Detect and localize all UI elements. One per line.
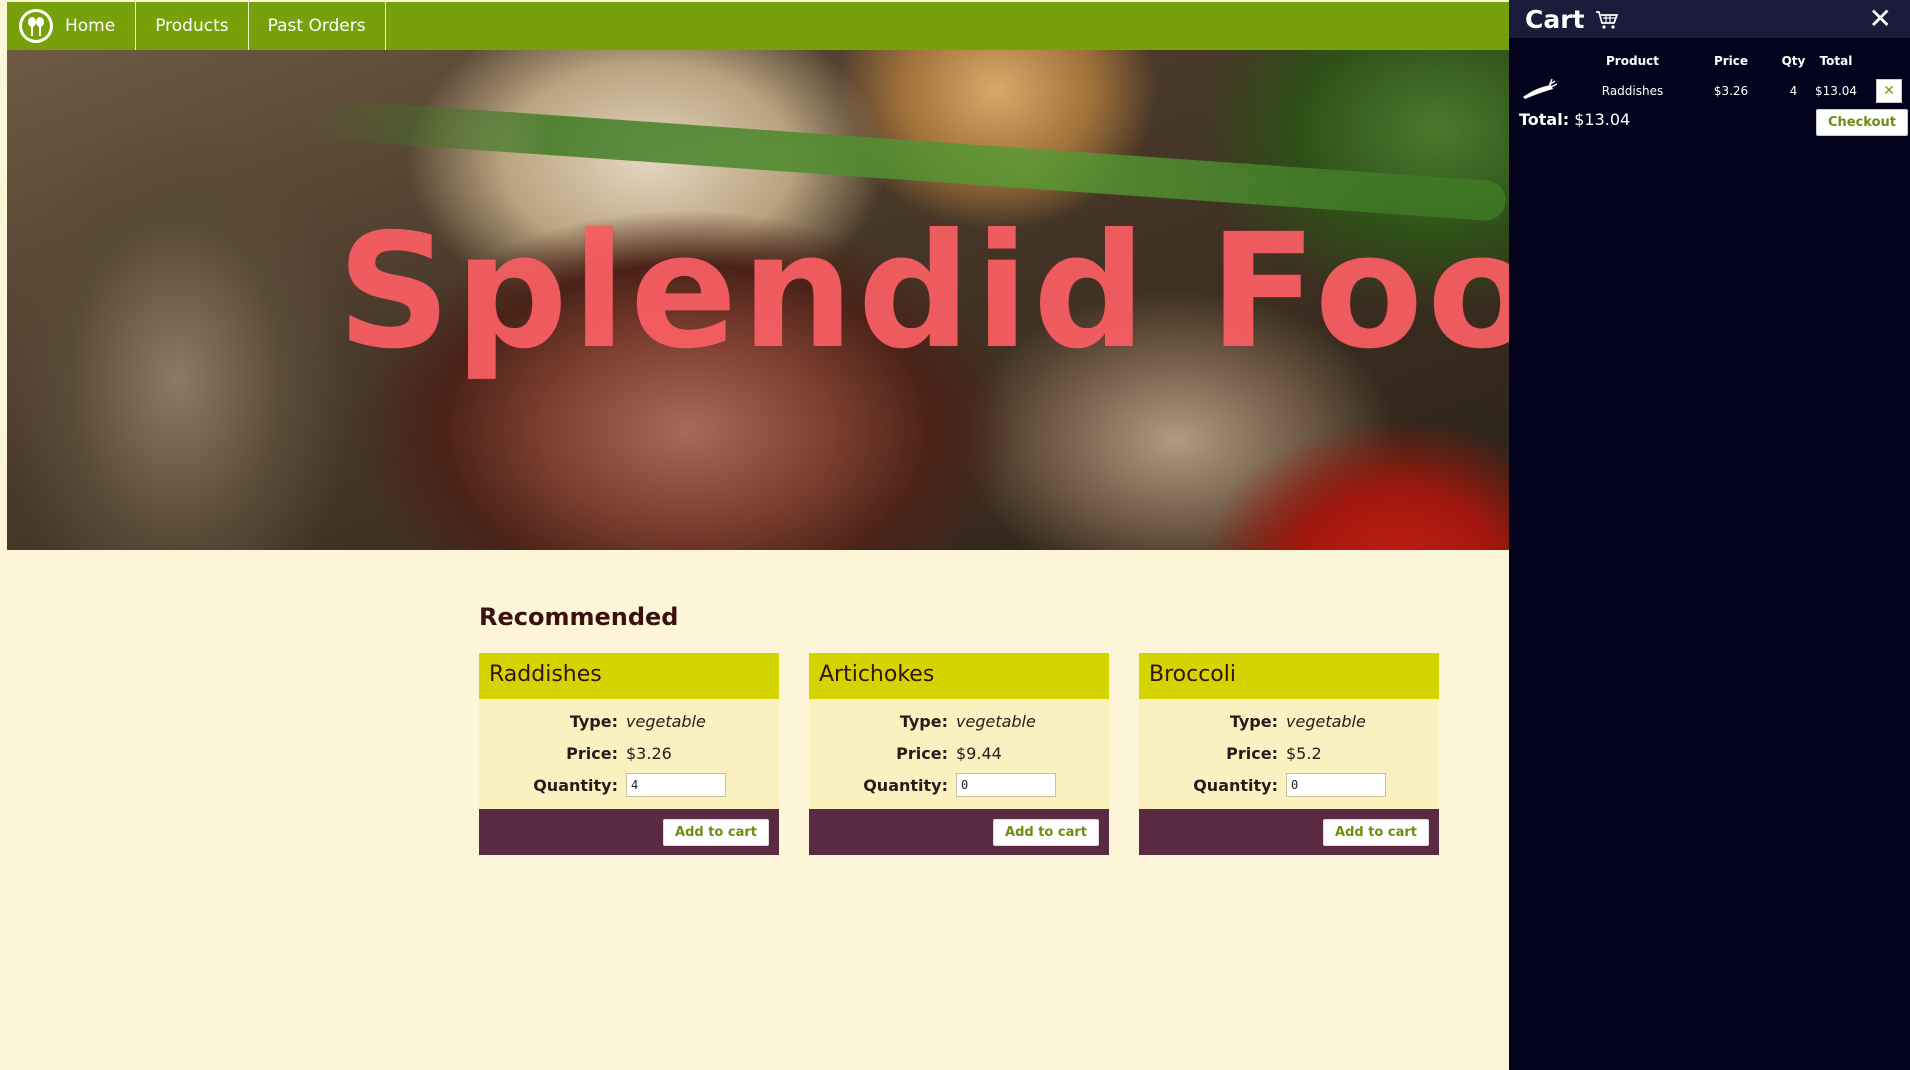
product-name: Artichokes bbox=[809, 653, 1109, 699]
product-type: vegetable bbox=[1286, 711, 1366, 731]
recommended-title: Recommended bbox=[479, 603, 679, 631]
top-nav: Home Products Past Orders bbox=[7, 2, 1509, 50]
add-to-cart-button[interactable]: Add to cart bbox=[1323, 818, 1429, 846]
nav-products[interactable]: Products bbox=[136, 2, 249, 50]
cart-item-total: $13.04 bbox=[1815, 84, 1857, 98]
price-label: Price: bbox=[896, 743, 948, 763]
cart-table-header: Product Price Qty Total bbox=[1519, 48, 1902, 74]
product-card-footer: Add to cart bbox=[1139, 809, 1439, 855]
add-to-cart-button[interactable]: Add to cart bbox=[663, 818, 769, 846]
product-name: Raddishes bbox=[479, 653, 779, 699]
remove-item-button[interactable]: ✕ bbox=[1876, 79, 1902, 103]
product-name: Broccoli bbox=[1139, 653, 1439, 699]
col-price: Price bbox=[1713, 54, 1749, 68]
col-product: Product bbox=[1606, 54, 1659, 68]
radish-thumbnail-icon bbox=[1519, 78, 1579, 104]
hero-title: Splendid Food bbox=[337, 200, 1509, 384]
cart-header: Cart ✕ bbox=[1509, 0, 1910, 38]
product-type: vegetable bbox=[956, 711, 1036, 731]
product-price: $3.26 bbox=[626, 743, 672, 763]
product-cards: Raddishes Type: vegetable Price: $3.26 Q… bbox=[479, 653, 1439, 855]
nav-home-label: Home bbox=[65, 16, 116, 36]
product-details: Type: vegetable Price: $9.44 Quantity: bbox=[809, 699, 1109, 809]
checkout-button[interactable]: Checkout bbox=[1815, 109, 1908, 136]
product-price: $5.2 bbox=[1286, 743, 1322, 763]
nav-home[interactable]: Home bbox=[7, 2, 137, 50]
cart-total-value: $13.04 bbox=[1574, 110, 1631, 129]
col-total: Total bbox=[1819, 54, 1853, 68]
cart-total: Total: $13.04 bbox=[1519, 110, 1630, 129]
hero-banner: Splendid Food bbox=[7, 50, 1509, 550]
type-label: Type: bbox=[1229, 711, 1278, 731]
add-to-cart-button[interactable]: Add to cart bbox=[993, 818, 1099, 846]
col-qty: Qty bbox=[1781, 54, 1806, 68]
product-card: Broccoli Type: vegetable Price: $5.2 Qua… bbox=[1139, 653, 1439, 855]
quantity-input[interactable] bbox=[956, 773, 1056, 797]
price-label: Price: bbox=[566, 743, 618, 763]
cart-item-product: Raddishes bbox=[1601, 84, 1664, 98]
quantity-input[interactable] bbox=[1286, 773, 1386, 797]
quantity-label: Quantity: bbox=[533, 775, 618, 795]
cart-panel: Cart ✕ Product Price Qty Total Raddishes… bbox=[1509, 0, 1910, 1070]
nav-products-label: Products bbox=[155, 16, 229, 36]
nav-past-orders-label: Past Orders bbox=[267, 16, 366, 36]
cart-total-label: Total: bbox=[1519, 110, 1570, 129]
cart-item-qty: 4 bbox=[1789, 84, 1798, 98]
type-label: Type: bbox=[899, 711, 948, 731]
cart-title: Cart bbox=[1525, 4, 1585, 34]
product-type: vegetable bbox=[626, 711, 706, 731]
product-details: Type: vegetable Price: $3.26 Quantity: bbox=[479, 699, 779, 809]
price-label: Price: bbox=[1226, 743, 1278, 763]
quantity-input[interactable] bbox=[626, 773, 726, 797]
product-card-footer: Add to cart bbox=[479, 809, 779, 855]
restaurant-logo-icon bbox=[19, 9, 53, 43]
cart-table: Product Price Qty Total Raddishes $3.26 … bbox=[1519, 48, 1902, 108]
cart-item-price: $3.26 bbox=[1713, 84, 1749, 98]
cart-row: Raddishes $3.26 4 $13.04 ✕ bbox=[1519, 74, 1902, 108]
shopping-cart-icon bbox=[1595, 10, 1618, 29]
product-card-footer: Add to cart bbox=[809, 809, 1109, 855]
type-label: Type: bbox=[569, 711, 618, 731]
product-card: Raddishes Type: vegetable Price: $3.26 Q… bbox=[479, 653, 779, 855]
nav-past-orders[interactable]: Past Orders bbox=[249, 2, 386, 50]
product-price: $9.44 bbox=[956, 743, 1002, 763]
close-cart-icon[interactable]: ✕ bbox=[1869, 2, 1892, 36]
quantity-label: Quantity: bbox=[1193, 775, 1278, 795]
product-card: Artichokes Type: vegetable Price: $9.44 … bbox=[809, 653, 1109, 855]
quantity-label: Quantity: bbox=[863, 775, 948, 795]
product-details: Type: vegetable Price: $5.2 Quantity: bbox=[1139, 699, 1439, 809]
